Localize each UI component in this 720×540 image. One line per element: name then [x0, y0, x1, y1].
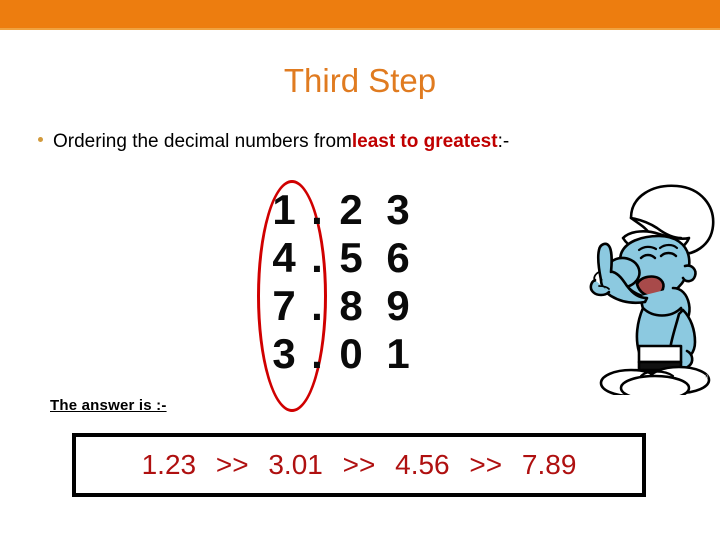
smurf-character-image: [585, 180, 720, 395]
table-row: 1 . 2 3: [262, 186, 462, 234]
bullet-text-emphasis: least to greatest: [351, 131, 498, 152]
answer-label: The answer is :-: [50, 397, 167, 414]
bullet-line: Ordering the decimal numbers from least …: [38, 129, 698, 155]
top-orange-band: [0, 0, 720, 28]
answer-value-1: 1.23: [141, 449, 197, 480]
number-grid: 1 . 2 3 4 . 5 6 7 . 8 9 3 . 0 1: [262, 186, 462, 378]
digit-hundredths: 6: [386, 234, 410, 281]
answer-value-2: 3.01: [268, 449, 323, 480]
digit-hundredths: 3: [386, 186, 410, 233]
digit-tenths: 8: [339, 282, 363, 329]
table-row: 3 . 0 1: [262, 330, 462, 378]
answer-separator-3: >>: [469, 449, 503, 480]
page-title: Third Step: [283, 62, 437, 99]
decimal-point: .: [311, 186, 323, 233]
answer-separator-2: >>: [342, 449, 376, 480]
table-row: 4 . 5 6: [262, 234, 462, 282]
answer-box: 1.23 >> 3.01 >> 4.56 >> 7.89: [72, 433, 646, 497]
answer-value-4: 7.89: [521, 449, 577, 480]
decimal-point: .: [311, 330, 323, 377]
digit-units: 4: [272, 234, 296, 281]
slide: Third Step Ordering the decimal numbers …: [0, 0, 720, 540]
digit-hundredths: 1: [386, 330, 410, 377]
digit-hundredths: 9: [386, 282, 410, 329]
watermark-mark: o: [705, 374, 709, 380]
table-row: 7 . 8 9: [262, 282, 462, 330]
digit-tenths: 2: [339, 186, 363, 233]
digit-units: 3: [272, 330, 296, 377]
top-band-edge: [0, 28, 720, 30]
digit-tenths: 0: [339, 330, 363, 377]
bullet-dot-icon: [38, 137, 43, 142]
bullet-text-before: Ordering the decimal numbers from: [53, 131, 352, 152]
answer-sequence: 1.23 >> 3.01 >> 4.56 >> 7.89: [136, 449, 583, 481]
answer-separator-1: >>: [215, 449, 249, 480]
answer-value-3: 4.56: [395, 449, 450, 480]
digit-tenths: 5: [339, 234, 363, 281]
digit-units: 1: [272, 186, 296, 233]
decimal-point: .: [311, 282, 323, 329]
digit-units: 7: [272, 282, 296, 329]
decimal-point: .: [311, 234, 323, 281]
bullet-text-after: :-: [497, 131, 510, 152]
